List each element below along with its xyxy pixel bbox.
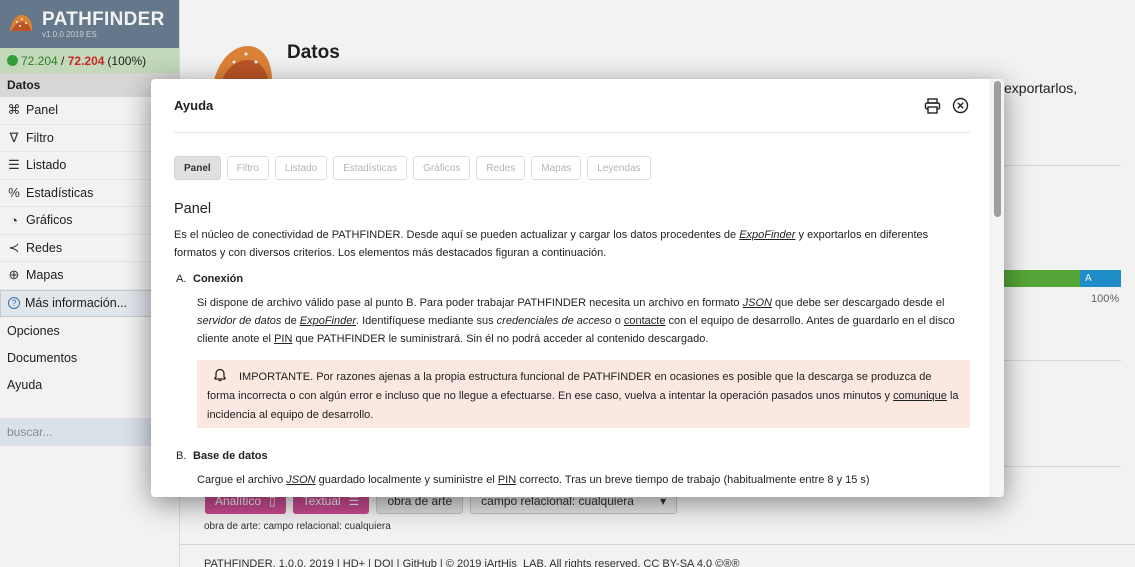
json-link[interactable]: JSON [743,297,772,309]
tab-redes[interactable]: Redes [476,156,526,180]
tab-filtro[interactable]: Filtro [226,156,269,180]
scrollbar-thumb[interactable] [994,81,1001,217]
modal-body: Ayuda Panel Filtro Listado Estadísticas … [174,79,970,489]
section-a-heading: A. Conexión [176,273,244,285]
tab-estadisticas[interactable]: Estadísticas [333,156,408,180]
bell-icon [214,368,226,382]
print-icon[interactable] [922,96,942,116]
tab-graficos[interactable]: Gráficos [413,156,471,180]
modal-title: Ayuda [174,98,214,113]
tab-leyendas[interactable]: Leyendas [587,156,651,180]
contacte-link[interactable]: contacte [624,315,666,327]
expofinder-link[interactable]: ExpoFinder [300,315,356,327]
close-icon[interactable] [950,96,970,116]
pin-link[interactable]: PIN [498,474,516,486]
intro-paragraph: Es el núcleo de conectividad de PATHFIND… [174,229,929,259]
help-modal: Ayuda Panel Filtro Listado Estadísticas … [151,79,1004,497]
section-a-paragraph: Si dispone de archivo válido pase al pun… [197,297,955,345]
help-tabs: Panel Filtro Listado Estadísticas Gráfic… [174,156,970,180]
tab-mapas[interactable]: Mapas [531,156,582,180]
pin-link[interactable]: PIN [274,333,292,345]
comunique-link[interactable]: comunique [893,390,947,402]
section-b-heading: B. Base de datos [176,450,268,462]
modal-scrollbar[interactable] [990,79,1004,497]
tab-panel[interactable]: Panel [174,156,221,180]
tab-listado[interactable]: Listado [274,156,328,180]
expofinder-link[interactable]: ExpoFinder [739,229,795,241]
section-b-paragraph: Cargue el archivo JSON guardado localmen… [197,474,870,486]
json-link[interactable]: JSON [286,474,315,486]
modal-header: Ayuda [174,79,970,133]
warning-callout: IMPORTANTE. Por razones ajenas a la prop… [197,360,970,428]
section-title: Panel [174,201,212,217]
